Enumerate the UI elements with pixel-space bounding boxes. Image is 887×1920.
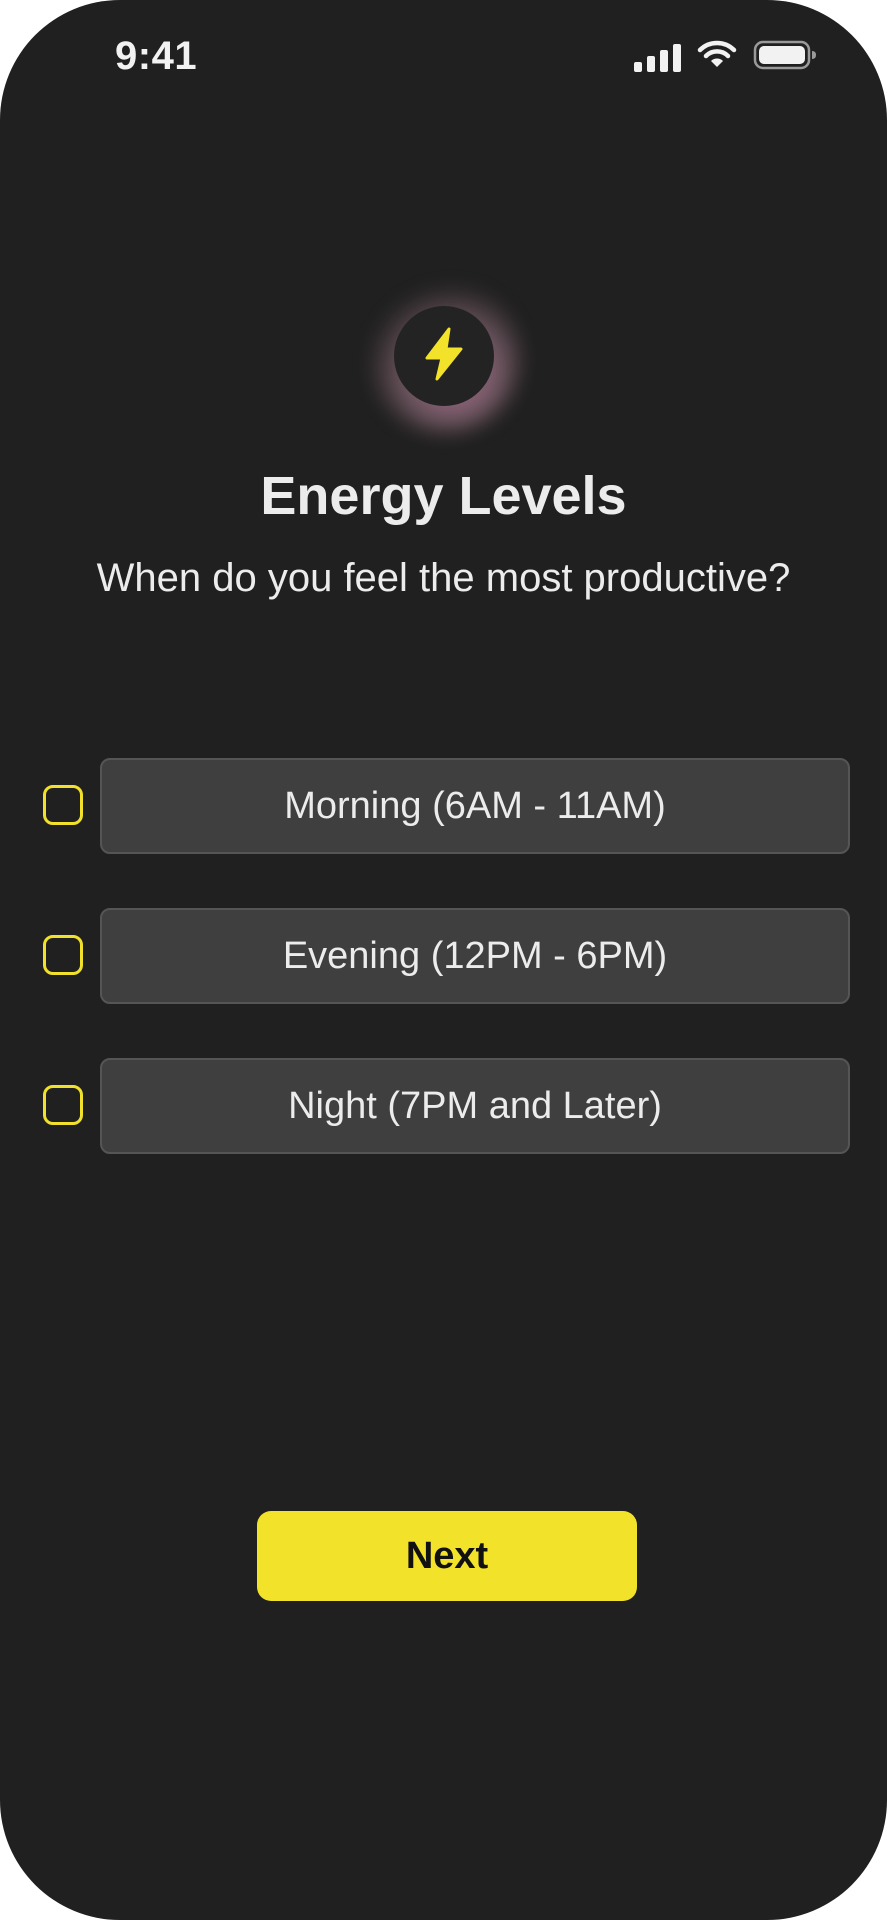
lightning-bolt-icon	[415, 325, 473, 387]
status-icons	[634, 40, 817, 74]
option-evening: Evening (12PM - 6PM)	[43, 908, 851, 1004]
page-subtitle: When do you feel the most productive?	[96, 556, 791, 600]
app-screen: 9:41 Energy Levels When do you feel the …	[0, 0, 887, 1920]
checkbox-evening[interactable]	[43, 935, 83, 975]
option-button-evening[interactable]: Evening (12PM - 6PM)	[100, 908, 850, 1004]
wifi-icon	[697, 40, 737, 74]
battery-icon	[753, 40, 817, 74]
option-morning: Morning (6AM - 11AM)	[43, 758, 851, 854]
option-button-morning[interactable]: Morning (6AM - 11AM)	[100, 758, 850, 854]
status-time: 9:41	[115, 34, 198, 78]
cellular-signal-icon	[634, 42, 681, 72]
next-button[interactable]: Next	[257, 1511, 637, 1601]
checkbox-morning[interactable]	[43, 785, 83, 825]
option-button-night[interactable]: Night (7PM and Later)	[100, 1058, 850, 1154]
page-title: Energy Levels	[260, 466, 627, 526]
option-night: Night (7PM and Later)	[43, 1058, 851, 1154]
energy-badge	[394, 306, 494, 406]
checkbox-night[interactable]	[43, 1085, 83, 1125]
